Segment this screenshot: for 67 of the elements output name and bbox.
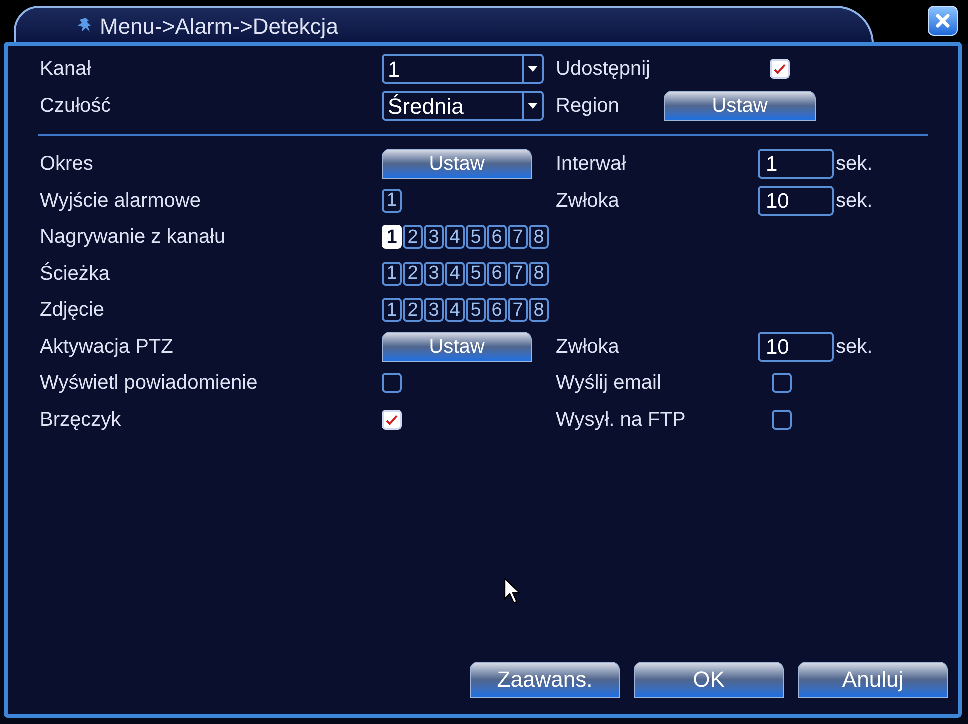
field-label: Czułość: [40, 94, 112, 118]
channel-toggle[interactable]: 1: [382, 298, 402, 322]
channel-toggle[interactable]: 1: [382, 262, 402, 286]
close-icon: [935, 13, 951, 29]
channel-toggle[interactable]: 1: [382, 225, 402, 250]
check-icon: [385, 412, 399, 427]
caret-icon: [528, 66, 538, 72]
channel-toggle[interactable]: 5: [466, 262, 486, 286]
input-field[interactable]: 1: [758, 149, 834, 180]
channel-toggle[interactable]: 8: [529, 262, 549, 286]
channel-toggle[interactable]: 5: [466, 225, 486, 250]
field-label: Wyświetl powiadomienie: [40, 371, 259, 396]
channel-toggle[interactable]: 7: [508, 225, 528, 250]
field-label: Zwłoka: [556, 188, 620, 214]
field-label: Ścieżka: [40, 261, 112, 287]
field-label: Brzęczyk: [40, 408, 122, 433]
channel-toggle[interactable]: 8: [529, 225, 549, 250]
set-button[interactable]: Ustaw: [382, 332, 532, 362]
dialog-button[interactable]: Anuluj: [798, 662, 948, 698]
channel-toggle[interactable]: 4: [445, 298, 465, 322]
unit-label: sek.: [836, 152, 873, 178]
field-label: Wyślij email: [556, 371, 662, 396]
channel-toggle[interactable]: 3: [424, 225, 444, 250]
channel-toggle[interactable]: 6: [487, 225, 507, 250]
channel-toggle[interactable]: 6: [487, 298, 507, 322]
channel-toggle[interactable]: 1: [382, 188, 402, 213]
channel-toggle[interactable]: 4: [445, 262, 465, 286]
unit-label: sek.: [836, 188, 873, 214]
set-button[interactable]: Ustaw: [382, 149, 532, 180]
set-button[interactable]: Ustaw: [664, 90, 816, 120]
dialog-button[interactable]: OK: [634, 662, 784, 698]
input-field[interactable]: 10: [758, 332, 834, 362]
channel-toggle[interactable]: 5: [466, 298, 486, 322]
channel-toggle[interactable]: 2: [403, 298, 423, 322]
unit-label: sek.: [836, 334, 873, 360]
input-field[interactable]: 10: [758, 186, 834, 216]
window-title: Menu->Alarm->Detekcja: [100, 12, 338, 41]
channel-toggle[interactable]: 6: [487, 262, 507, 286]
channel-toggle[interactable]: 7: [508, 262, 528, 286]
channel-toggle[interactable]: 2: [403, 225, 423, 250]
field-label: Udostępnij: [556, 56, 652, 82]
close-button[interactable]: [928, 6, 958, 36]
field-label: Region: [556, 94, 620, 118]
checkbox[interactable]: [382, 373, 402, 394]
field-label: Okres: [40, 152, 94, 178]
field-label: Aktywacja PTZ: [40, 334, 174, 360]
channel-toggle[interactable]: 3: [424, 298, 444, 322]
field-label: Zwłoka: [556, 334, 620, 360]
caret-icon: [528, 102, 538, 108]
channel-toggle[interactable]: 4: [445, 225, 465, 250]
field-label: Interwał: [556, 152, 628, 178]
dropdown[interactable]: Średnia: [382, 90, 544, 120]
field-label: Zdjęcie: [40, 298, 106, 324]
checkbox[interactable]: [772, 410, 792, 430]
field-label: Nagrywanie z kanału: [40, 225, 227, 250]
field-label: Wyjście alarmowe: [40, 188, 202, 214]
channel-toggle[interactable]: 2: [403, 262, 423, 286]
check-icon: [773, 62, 787, 76]
field-label: Wysył. na FTP: [556, 408, 687, 433]
checkbox[interactable]: [772, 373, 792, 394]
dialog-button[interactable]: Zaawans.: [470, 662, 620, 698]
field-label: Kanał: [40, 56, 92, 82]
channel-toggle[interactable]: 8: [529, 298, 549, 322]
mouse-cursor-icon: [504, 578, 522, 604]
dropdown[interactable]: 1: [382, 54, 544, 84]
channel-toggle[interactable]: 7: [508, 298, 528, 322]
channel-toggle[interactable]: 3: [424, 262, 444, 286]
